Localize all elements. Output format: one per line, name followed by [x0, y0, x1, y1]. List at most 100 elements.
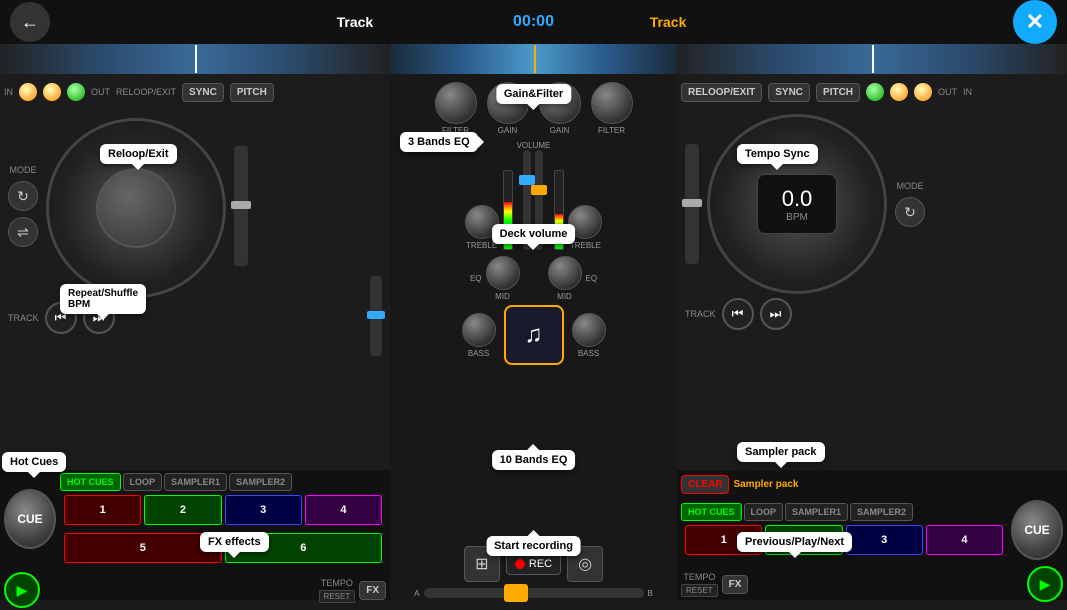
a-label: A — [414, 589, 419, 598]
pad-3-right[interactable]: 3 — [846, 525, 923, 555]
main-area: IN OUT RELOOP/EXIT SYNC PITCH MODE ↻ ⇌ — [0, 44, 1067, 600]
sampler-button[interactable]: ♫ — [504, 305, 564, 365]
filter-right-col: FILTER — [591, 82, 633, 135]
pad-1-left[interactable]: 1 — [64, 495, 141, 525]
sync-button-right[interactable]: SYNC — [768, 83, 810, 102]
deck-left-jog-area: MODE ↻ ⇌ — [0, 110, 390, 302]
close-button[interactable]: ✕ — [1013, 0, 1057, 44]
hot-cues-section-right: CLEAR Sampler pack HOT CUES LOOP SAMPLER… — [677, 470, 1067, 600]
pitch-button-left[interactable]: PITCH — [230, 83, 274, 102]
tab-sampler1-left[interactable]: SAMPLER1 — [164, 473, 227, 491]
close-icon: ✕ — [1026, 9, 1044, 35]
cue-button-right[interactable]: CUE — [1011, 500, 1063, 560]
mid-knob-left[interactable] — [486, 256, 520, 290]
eq-label-right: EQ — [586, 274, 598, 283]
pitch-area-right — [685, 139, 699, 269]
mode-label-left: MODE — [8, 165, 38, 175]
tab-hot-cues-left[interactable]: HOT CUES — [60, 473, 121, 491]
tab-sampler2-left[interactable]: SAMPLER2 — [229, 473, 292, 491]
tempo-handle-left — [367, 311, 385, 319]
mode-buttons-left: MODE ↻ ⇌ — [8, 165, 38, 247]
repeat-button-right[interactable]: ↻ — [895, 197, 925, 227]
reset-button-left[interactable]: RESET — [319, 590, 356, 603]
pad-2-left[interactable]: 2 — [144, 495, 221, 525]
track-label-left: Track — [337, 14, 374, 30]
time-display: 00:00 — [513, 13, 554, 31]
rec-dot — [515, 559, 525, 569]
repeat-button-left[interactable]: ↻ — [8, 181, 38, 211]
deck-right-bottom-controls: TEMPO RESET FX ▶ — [677, 564, 1067, 604]
reloop-label-left: RELOOP/EXIT — [116, 87, 176, 97]
bass-row: BASS ♫ BASS — [390, 303, 677, 367]
waveform-center-line-right — [872, 45, 874, 73]
pitch-handle-left — [231, 201, 251, 209]
hot-cues-tab-row-left: HOT CUES LOOP SAMPLER1 SAMPLER2 — [60, 473, 386, 491]
tab-loop-left[interactable]: LOOP — [123, 473, 163, 491]
pitch-fader-left[interactable] — [234, 146, 248, 266]
tab-hot-cues-right[interactable]: HOT CUES — [681, 503, 742, 521]
filter-knob-left[interactable] — [435, 82, 477, 124]
tooltip-deck-volume: Deck volume — [492, 224, 576, 244]
tooltip-gain-filter: Gain&Filter — [496, 84, 571, 104]
cue-label-right: CUE — [1024, 523, 1049, 537]
crossfader-handle — [504, 584, 528, 602]
tempo-label-right: TEMPO — [683, 572, 715, 582]
pitch-fader-right[interactable] — [685, 144, 699, 264]
waveform-left — [0, 44, 390, 74]
crossfader[interactable] — [424, 588, 644, 598]
mid-knob-right[interactable] — [548, 256, 582, 290]
active-led-right — [866, 83, 884, 101]
tooltip-hot-cues: Hot Cues — [2, 452, 66, 472]
tab-sampler1-right[interactable]: SAMPLER1 — [785, 503, 848, 521]
tempo-reset-left: TEMPO RESET — [319, 578, 356, 603]
reset-button-right[interactable]: RESET — [681, 584, 718, 597]
rec-button[interactable]: REC — [506, 553, 561, 575]
cue-button-left[interactable]: CUE — [4, 489, 56, 549]
next-button-right[interactable]: ⏭ — [760, 298, 792, 330]
play-button-right[interactable]: ▶ — [1027, 566, 1063, 602]
filter-left-col: FILTER — [435, 82, 477, 135]
bass-knob-left[interactable] — [462, 313, 496, 347]
tab-sampler2-right[interactable]: SAMPLER2 — [850, 503, 913, 521]
hot-cues-header-left: CUE HOT CUES LOOP SAMPLER1 SAMPLER2 1 2 … — [0, 470, 390, 568]
in-led-right — [914, 83, 932, 101]
jog-bpm-area: 0.0 BPM — [707, 114, 887, 294]
sampler-pack-label: Sampler pack — [733, 479, 798, 490]
pad-3-left[interactable]: 3 — [225, 495, 302, 525]
clear-button-right[interactable]: CLEAR — [681, 475, 729, 494]
pad-4-right[interactable]: 4 — [926, 525, 1003, 555]
tab-loop-right[interactable]: LOOP — [744, 503, 784, 521]
prev-button-right[interactable]: ⏮ — [722, 298, 754, 330]
fx-button-right[interactable]: FX — [722, 575, 749, 594]
back-button[interactable]: ← — [10, 2, 50, 42]
play-button-left[interactable]: ▶ — [4, 572, 40, 608]
fx-button-left[interactable]: FX — [359, 581, 386, 600]
top-bar: ← Track 00:00 Track ✕ — [0, 0, 1067, 44]
shuffle-button-left[interactable]: ⇌ — [8, 217, 38, 247]
tooltip-three-bands-eq: 3 Bands EQ — [400, 132, 478, 152]
tooltip-start-recording: Start recording — [486, 536, 581, 556]
jog-inner-left — [96, 168, 176, 248]
tooltip-ten-bands-eq: 10 Bands EQ — [492, 450, 576, 470]
tooltip-repeat-shuffle: Repeat/Shuffle BPM — [60, 284, 146, 314]
deck-right-top-controls: RELOOP/EXIT SYNC PITCH OUT IN — [677, 74, 1067, 110]
tempo-reset-right: TEMPO RESET — [681, 572, 718, 597]
pad-4-left[interactable]: 4 — [305, 495, 382, 525]
bass-knob-right[interactable] — [572, 313, 606, 347]
pad-5-left[interactable]: 5 — [64, 533, 222, 563]
sync-button-left[interactable]: SYNC — [182, 83, 224, 102]
pitch-area-left — [234, 141, 248, 271]
gain-label-right: GAIN — [550, 126, 570, 135]
in-label-right: IN — [963, 87, 972, 97]
deck-left: IN OUT RELOOP/EXIT SYNC PITCH MODE ↻ ⇌ — [0, 44, 390, 600]
pitch-button-right[interactable]: PITCH — [816, 83, 860, 102]
deck-left-bottom-controls: ▶ TEMPO RESET FX — [0, 570, 390, 610]
volume-handle-right — [531, 185, 547, 195]
tooltip-tempo-sync: Tempo Sync — [737, 144, 818, 164]
jog-wheel-right[interactable]: 0.0 BPM — [707, 114, 887, 294]
reloop-button-right[interactable]: RELOOP/EXIT — [681, 83, 762, 102]
filter-knob-right[interactable] — [591, 82, 633, 124]
tempo-fader-left[interactable] — [370, 276, 382, 356]
waveform-center-line-left — [195, 45, 197, 73]
eq-label-left: EQ — [470, 274, 482, 283]
